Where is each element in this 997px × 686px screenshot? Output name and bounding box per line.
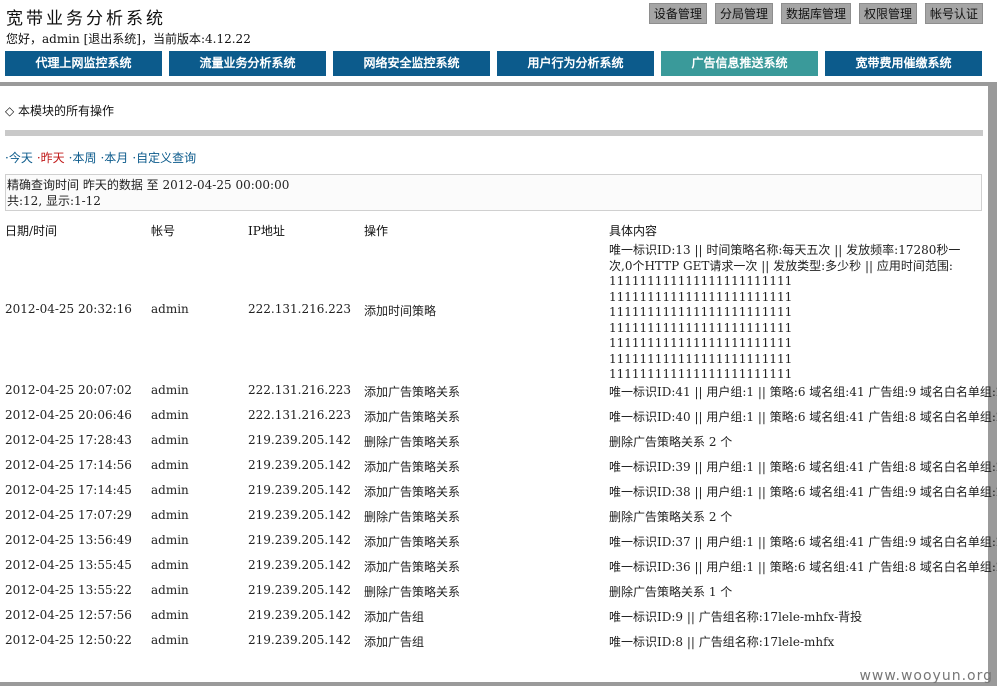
cell-ip: 219.239.205.142: [248, 433, 352, 447]
cell-datetime: 2012-04-25 20:32:16: [5, 302, 132, 316]
cell-detail: 唯一标识ID:40 || 用户组:1 || 策略:6 域名组:41 广告组:8 …: [609, 410, 997, 424]
cell-ip: 222.131.216.223: [248, 408, 352, 422]
cell-operation: 添加广告组: [364, 610, 425, 624]
watermark: www.wooyun.org: [859, 668, 993, 684]
version-text: ，当前版本:4.12.22: [140, 32, 251, 46]
content-frame-top: [0, 82, 997, 86]
cell-detail: 唯一标识ID:8 || 广告组名称:17lele-mhfx: [609, 635, 835, 649]
col-header-ip: IP地址: [248, 224, 285, 238]
filter-today[interactable]: ·今天: [5, 151, 33, 165]
admin-toolbar: 设备管理 分局管理 数据库管理 权限管理 帐号认证: [648, 3, 983, 24]
logout-link[interactable]: [退出系统]: [84, 32, 141, 46]
cell-detail: 删除广告策略关系 1 个: [609, 585, 733, 599]
cell-account: admin: [151, 583, 189, 597]
cell-ip: 219.239.205.142: [248, 633, 352, 647]
cell-operation: 删除广告策略关系: [364, 510, 461, 524]
tab-user-behavior[interactable]: 用户行为分析系统: [497, 51, 654, 76]
cell-ip: 219.239.205.142: [248, 558, 352, 572]
cell-detail: 唯一标识ID:37 || 用户组:1 || 策略:6 域名组:41 广告组:9 …: [609, 535, 997, 549]
database-management-button[interactable]: 数据库管理: [780, 3, 851, 24]
welcome-line: 您好，admin [退出系统]，当前版本:4.12.22: [6, 30, 251, 47]
tab-traffic-analysis[interactable]: 流量业务分析系统: [169, 51, 326, 76]
cell-ip: 219.239.205.142: [248, 533, 352, 547]
cell-operation: 添加广告策略关系: [364, 460, 461, 474]
cell-datetime: 2012-04-25 17:14:45: [5, 483, 132, 497]
cell-operation: 添加广告策略关系: [364, 385, 461, 399]
cell-operation: 添加时间策略: [364, 304, 437, 318]
welcome-text: 您好，admin: [6, 32, 84, 46]
permission-management-button[interactable]: 权限管理: [858, 3, 917, 24]
cell-ip: 222.131.216.223: [248, 383, 352, 397]
app-title: 宽带业务分析系统: [6, 9, 166, 29]
cell-ip: 219.239.205.142: [248, 458, 352, 472]
cell-datetime: 2012-04-25 13:55:45: [5, 558, 132, 572]
cell-operation: 删除广告策略关系: [364, 585, 461, 599]
cell-datetime: 2012-04-25 12:57:56: [5, 608, 132, 622]
account-auth-button[interactable]: 帐号认证: [924, 3, 983, 24]
time-filter-bar: ·今天 ·昨天 ·本周 ·本月 ·自定义查询: [5, 149, 200, 166]
cell-datetime: 2012-04-25 17:07:29: [5, 508, 132, 522]
cell-datetime: 2012-04-25 13:55:22: [5, 583, 132, 597]
col-header-detail: 具体内容: [609, 224, 658, 238]
section-divider: [5, 130, 983, 136]
cell-account: admin: [151, 533, 189, 547]
cell-account: admin: [151, 302, 189, 316]
branch-management-button[interactable]: 分局管理: [714, 3, 773, 24]
filter-yesterday[interactable]: ·昨天: [37, 151, 65, 165]
query-range-text: 精确查询时间 昨天的数据 至 2012-04-25 00:00:00: [7, 178, 290, 192]
col-header-operation: 操作: [364, 224, 389, 238]
cell-account: admin: [151, 458, 189, 472]
cell-operation: 添加广告策略关系: [364, 560, 461, 574]
cell-operation: 添加广告策略关系: [364, 410, 461, 424]
cell-datetime: 2012-04-25 17:28:43: [5, 433, 132, 447]
cell-account: admin: [151, 408, 189, 422]
tab-fee-collection[interactable]: 宽带费用催缴系统: [825, 51, 982, 76]
cell-ip: 219.239.205.142: [248, 508, 352, 522]
cell-account: admin: [151, 383, 189, 397]
cell-account: admin: [151, 508, 189, 522]
cell-ip: 219.239.205.142: [248, 608, 352, 622]
cell-detail: 删除广告策略关系 2 个: [609, 435, 733, 449]
cell-operation: 添加广告组: [364, 635, 425, 649]
cell-ip: 219.239.205.142: [248, 483, 352, 497]
filter-this-week[interactable]: ·本周: [69, 151, 97, 165]
cell-account: admin: [151, 633, 189, 647]
system-nav: 代理上网监控系统 流量业务分析系统 网络安全监控系统 用户行为分析系统 广告信息…: [5, 51, 985, 76]
cell-datetime: 2012-04-25 13:56:49: [5, 533, 132, 547]
col-header-datetime: 日期/时间: [5, 224, 58, 238]
cell-detail: 唯一标识ID:38 || 用户组:1 || 策略:6 域名组:41 广告组:9 …: [609, 485, 997, 499]
cell-account: admin: [151, 608, 189, 622]
cell-detail: 唯一标识ID:41 || 用户组:1 || 策略:6 域名组:41 广告组:9 …: [609, 385, 997, 399]
cell-detail: 删除广告策略关系 2 个: [609, 510, 733, 524]
cell-operation: 删除广告策略关系: [364, 435, 461, 449]
query-summary: 精确查询时间 昨天的数据 至 2012-04-25 00:00:00 共:12,…: [5, 174, 982, 211]
cell-datetime: 2012-04-25 20:07:02: [5, 383, 132, 397]
query-count-text: 共:12, 显示:1-12: [7, 194, 101, 208]
tab-security-monitor[interactable]: 网络安全监控系统: [333, 51, 490, 76]
cell-datetime: 2012-04-25 17:14:56: [5, 458, 132, 472]
tab-proxy-monitor[interactable]: 代理上网监控系统: [5, 51, 162, 76]
cell-account: admin: [151, 558, 189, 572]
cell-account: admin: [151, 433, 189, 447]
cell-detail: 唯一标识ID:39 || 用户组:1 || 策略:6 域名组:41 广告组:8 …: [609, 460, 997, 474]
filter-custom-query[interactable]: ·自定义查询: [132, 151, 196, 165]
cell-detail: 唯一标识ID:9 || 广告组名称:17lele-mhfx-背投: [609, 610, 863, 624]
cell-account: admin: [151, 483, 189, 497]
filter-this-month[interactable]: ·本月: [100, 151, 128, 165]
cell-datetime: 2012-04-25 12:50:22: [5, 633, 132, 647]
content-frame-bottom: [0, 682, 997, 686]
cell-operation: 添加广告策略关系: [364, 485, 461, 499]
cell-detail: 唯一标识ID:13 || 时间策略名称:每天五次 || 发放频率:17280秒一…: [609, 243, 961, 381]
device-management-button[interactable]: 设备管理: [648, 3, 707, 24]
cell-detail: 唯一标识ID:36 || 用户组:1 || 策略:6 域名组:41 广告组:8 …: [609, 560, 997, 574]
tab-ad-push[interactable]: 广告信息推送系统: [661, 51, 818, 76]
cell-ip: 222.131.216.223: [248, 302, 352, 316]
cell-datetime: 2012-04-25 20:06:46: [5, 408, 132, 422]
module-heading: ◇ 本模块的所有操作: [5, 104, 115, 118]
cell-operation: 添加广告策略关系: [364, 535, 461, 549]
col-header-account: 帐号: [151, 224, 176, 238]
cell-ip: 219.239.205.142: [248, 583, 352, 597]
